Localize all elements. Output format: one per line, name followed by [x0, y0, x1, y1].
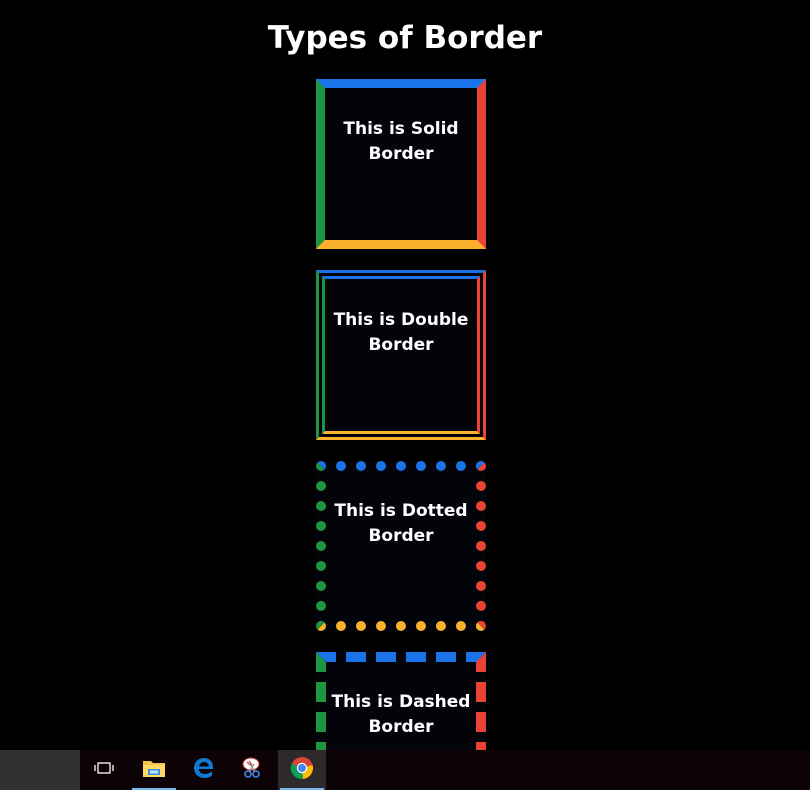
taskbar-search-area[interactable] [0, 750, 80, 790]
solid-border-label: This is Solid Border [343, 119, 459, 164]
chrome-button[interactable] [278, 750, 326, 790]
task-view-button[interactable] [80, 750, 128, 790]
task-view-icon [93, 760, 115, 780]
snipping-tool-icon [240, 756, 264, 784]
chrome-icon [290, 756, 314, 784]
double-border-label: This is Double Border [333, 310, 469, 355]
double-border-box: This is Double Border [316, 270, 486, 440]
file-explorer-button[interactable] [130, 750, 178, 790]
edge-browser-button[interactable] [180, 750, 228, 790]
edge-browser-icon [192, 756, 216, 784]
dotted-border-box: This is Dotted Border [316, 461, 486, 631]
browser-page: Types of Border This is Solid Border Thi… [0, 0, 810, 790]
dotted-border-label: This is Dotted Border [334, 501, 468, 546]
page-title: Types of Border [267, 20, 543, 56]
solid-border-box: This is Solid Border [316, 79, 486, 249]
dashed-border-label: This is Dashed Border [331, 692, 471, 737]
taskbar [0, 750, 810, 790]
file-explorer-icon [142, 757, 166, 783]
snipping-tool-button[interactable] [228, 750, 276, 790]
